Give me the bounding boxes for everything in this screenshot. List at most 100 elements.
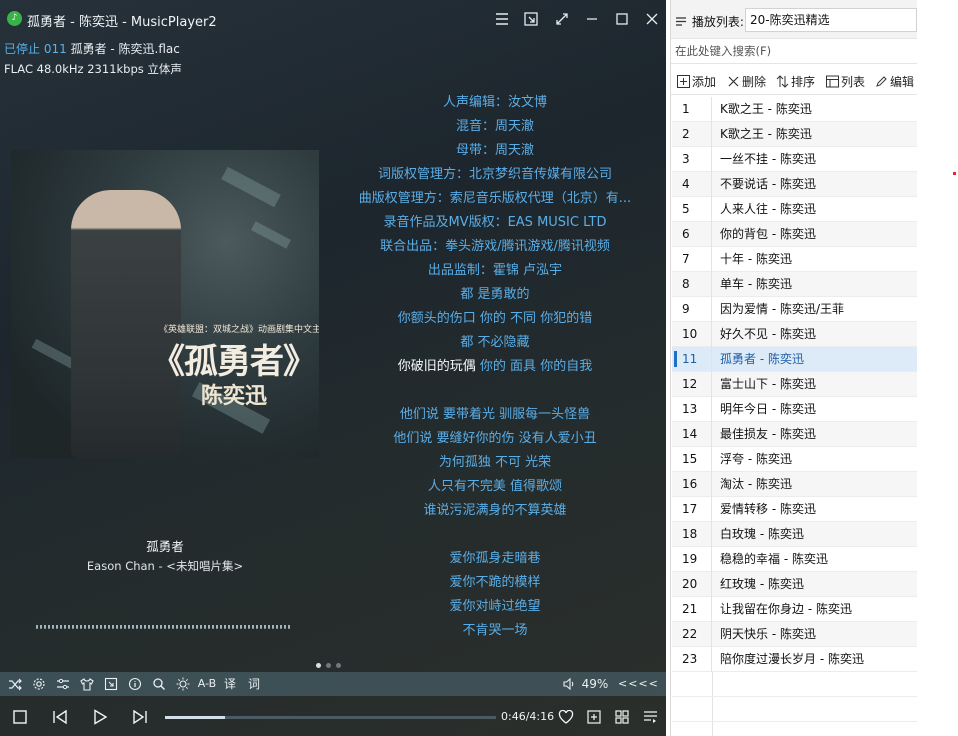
play-icon[interactable] xyxy=(92,709,108,725)
volume-icon[interactable] xyxy=(562,675,576,693)
playlist-icon[interactable] xyxy=(643,710,659,724)
player-toolbar: A-B 译 词 49% <<<< xyxy=(0,672,666,696)
cover-artist: 陈奕迅 xyxy=(201,383,268,409)
previous-icon[interactable] xyxy=(52,709,68,725)
playlist-icon xyxy=(676,17,686,26)
add-icon xyxy=(677,75,690,88)
playlist-row[interactable]: 5 人来人往 - 陈奕迅 xyxy=(672,197,917,222)
playlist-row[interactable]: 17 爱情转移 - 陈奕迅 xyxy=(672,497,917,522)
close-icon[interactable] xyxy=(641,8,663,30)
playlist-row[interactable]: 1 K歌之王 - 陈奕迅 xyxy=(672,97,917,122)
info-icon[interactable] xyxy=(126,675,144,693)
delete-button[interactable]: 删除 xyxy=(727,73,766,90)
mini-window-icon[interactable] xyxy=(102,675,120,693)
add-to-playlist-icon[interactable] xyxy=(587,710,601,724)
playlist-label-text: 播放列表: xyxy=(691,15,744,29)
progress-bar[interactable] xyxy=(165,716,496,719)
lyric-text: 混音：周天澈 xyxy=(455,119,534,134)
maximize-icon[interactable] xyxy=(611,8,633,30)
lyric-text: 不肯哭一场 xyxy=(462,623,528,638)
edit-button[interactable]: 编辑 xyxy=(875,73,914,90)
playlist-row[interactable]: 22 阴天快乐 - 陈奕迅 xyxy=(672,622,917,647)
media-library-icon[interactable] xyxy=(615,710,629,724)
fullscreen-icon[interactable] xyxy=(551,8,573,30)
list-icon xyxy=(826,75,839,88)
lyric-line: 谁说污泥满身的不算英雄 xyxy=(330,501,660,525)
next-icon[interactable] xyxy=(132,709,148,725)
expand-playlist-button[interactable]: <<<< xyxy=(618,675,658,693)
row-title: K歌之王 - 陈奕迅 xyxy=(720,102,812,116)
lyrics-button[interactable]: 词 xyxy=(246,675,262,693)
playlist-row[interactable]: 3 一丝不挂 - 陈奕迅 xyxy=(672,147,917,172)
settings-icon[interactable] xyxy=(30,675,48,693)
search-icon[interactable] xyxy=(150,675,168,693)
menu-icon[interactable] xyxy=(491,8,513,30)
row-title: 人来人往 - 陈奕迅 xyxy=(720,202,816,216)
row-number: 23 xyxy=(672,647,712,672)
progress-fill xyxy=(165,716,225,719)
stop-icon[interactable] xyxy=(13,710,27,724)
lyric-line: 都 是勇敢的 xyxy=(330,285,660,309)
add-button[interactable]: 添加 xyxy=(677,73,716,90)
lyric-text: 他们说 要带着光 驯服每一头怪兽 xyxy=(399,407,591,422)
lyric-line: 爱你对峙过绝望 xyxy=(330,597,660,621)
window-title: 孤勇者 - 陈奕迅 - MusicPlayer2 xyxy=(27,15,217,30)
playlist-select[interactable]: 20-陈奕迅精选 xyxy=(745,8,917,32)
page-dot[interactable] xyxy=(336,663,341,668)
playlist-row[interactable]: 19 稳稳的幸福 - 陈奕迅 xyxy=(672,547,917,572)
playlist-row-current[interactable]: 11 孤勇者 - 陈奕迅 xyxy=(672,347,917,372)
lyric-text: 人只有不完美 值得歌颂 xyxy=(427,479,563,494)
playlist-row[interactable]: 13 明年今日 - 陈奕迅 xyxy=(672,397,917,422)
playlist-row[interactable]: 2 K歌之王 - 陈奕迅 xyxy=(672,122,917,147)
now-playing-title: 孤勇者 xyxy=(146,539,184,554)
red-dot xyxy=(953,172,956,175)
playlist-row[interactable]: 4 不要说话 - 陈奕迅 xyxy=(672,172,917,197)
lyric-text: 他们说 要缝好你的伤 没有人爱小丑 xyxy=(393,431,597,446)
play-status: 已停止 xyxy=(4,42,41,56)
playlist-row[interactable]: 20 红玫瑰 - 陈奕迅 xyxy=(672,572,917,597)
favorite-icon[interactable] xyxy=(558,710,574,724)
playlist-empty-area xyxy=(672,672,917,736)
playlist-row[interactable]: 12 富士山下 - 陈奕迅 xyxy=(672,372,917,397)
page-dot[interactable] xyxy=(326,663,331,668)
playlist-row[interactable]: 23 陪你度过漫长岁月 - 陈奕迅 xyxy=(672,647,917,672)
playlist-row[interactable]: 14 最佳损友 - 陈奕迅 xyxy=(672,422,917,447)
row-title: 你的背包 - 陈奕迅 xyxy=(720,227,816,241)
row-number: 22 xyxy=(672,622,712,647)
row-number: 17 xyxy=(672,497,712,522)
row-number: 21 xyxy=(672,597,712,622)
translate-button[interactable]: 译 xyxy=(222,675,238,693)
playlist-row[interactable]: 7 十年 - 陈奕迅 xyxy=(672,247,917,272)
now-playing-artist: Eason Chan - <未知唱片集> xyxy=(86,559,244,573)
row-number: 1 xyxy=(672,97,712,122)
volume-value[interactable]: 49% xyxy=(580,675,610,693)
page-dot[interactable] xyxy=(316,663,321,668)
playlist-row[interactable]: 8 单车 - 陈奕迅 xyxy=(672,272,917,297)
minimize-icon[interactable] xyxy=(581,8,603,30)
row-title: 最佳损友 - 陈奕迅 xyxy=(720,427,816,441)
sort-button[interactable]: 排序 xyxy=(776,73,815,90)
playlist-row[interactable]: 18 白玫瑰 - 陈奕迅 xyxy=(672,522,917,547)
playlist-row[interactable]: 21 让我留在你身边 - 陈奕迅 xyxy=(672,597,917,622)
lyrics-panel: 人声编辑：汝文博 混音：周天澈 母带：周天澈 词版权管理方：北京梦织音传媒有限公司 曲版… xyxy=(330,93,660,645)
equalizer-icon[interactable] xyxy=(54,675,72,693)
row-title: K歌之王 - 陈奕迅 xyxy=(720,127,812,141)
playlist-row[interactable]: 16 淘汰 - 陈奕迅 xyxy=(672,472,917,497)
lyric-text: 曲版权管理方：索尼音乐版权代理（北京）有... xyxy=(358,191,632,206)
playlist-row[interactable]: 6 你的背包 - 陈奕迅 xyxy=(672,222,917,247)
ab-repeat-button[interactable]: A-B xyxy=(196,675,218,693)
row-title: 淘汰 - 陈奕迅 xyxy=(720,477,792,491)
playlist-header: 播放列表: 20-陈奕迅精选 xyxy=(671,0,917,38)
skin-icon[interactable] xyxy=(78,675,96,693)
row-title: 孤勇者 - 陈奕迅 xyxy=(720,352,804,366)
shuffle-icon[interactable] xyxy=(6,675,24,693)
lyric-text: 出品监制：霍锦 卢泓宇 xyxy=(427,263,563,278)
playlist-row[interactable]: 9 因为爱情 - 陈奕迅/王菲 xyxy=(672,297,917,322)
playlist-search-input[interactable]: 在此处键入搜索(F) xyxy=(671,38,917,64)
brightness-icon[interactable] xyxy=(174,675,192,693)
title-bar: ♪ 孤勇者 - 陈奕迅 - MusicPlayer2 xyxy=(0,0,666,36)
playlist-row[interactable]: 15 浮夸 - 陈奕迅 xyxy=(672,447,917,472)
playlist-row[interactable]: 10 好久不见 - 陈奕迅 xyxy=(672,322,917,347)
list-button[interactable]: 列表 xyxy=(826,73,865,90)
mini-mode-icon[interactable] xyxy=(520,8,542,30)
